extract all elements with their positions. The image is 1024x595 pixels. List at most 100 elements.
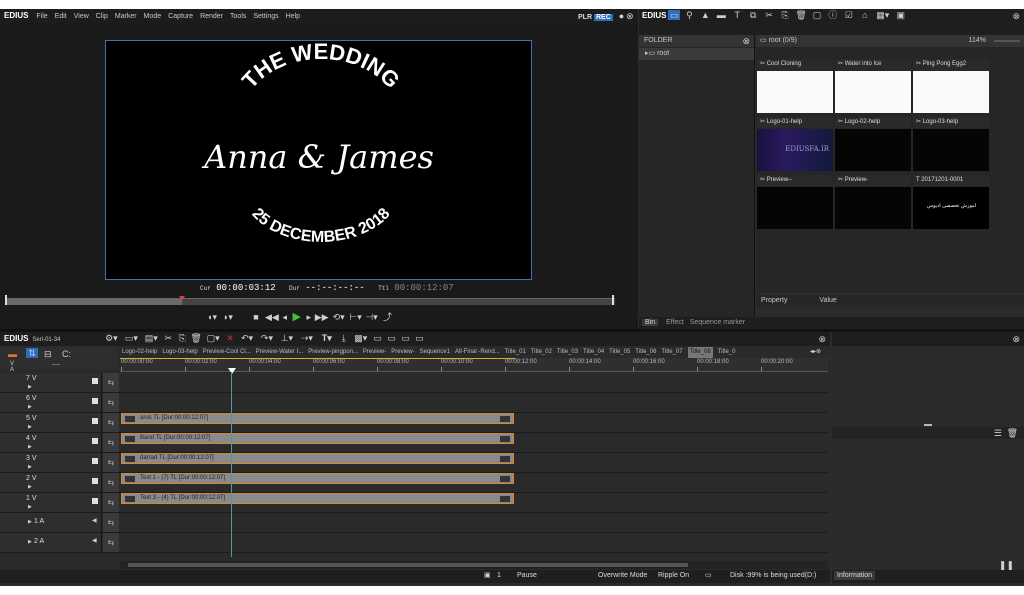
render-icon[interactable]: ▩▾ <box>352 333 370 343</box>
in-marker[interactable] <box>5 295 7 305</box>
speaker-icon[interactable]: ◀ <box>92 517 97 524</box>
track-mute-toggle[interactable] <box>92 478 98 484</box>
track-expand-icon[interactable]: ▶ <box>28 519 32 525</box>
tl-copy-icon[interactable]: ⎘ <box>176 333 188 343</box>
undo-icon[interactable]: ↶▾ <box>238 333 256 343</box>
sequence-tab[interactable]: Title_05 <box>609 347 630 358</box>
track-mute-toggle[interactable] <box>92 398 98 404</box>
track-expand-icon[interactable]: ▶ <box>28 539 32 545</box>
sequence-settings-icon[interactable]: ⚙▾ <box>102 333 120 343</box>
track-link-icon[interactable]: ⇆ <box>103 473 119 492</box>
mode-2-icon[interactable]: ▭ <box>386 333 398 343</box>
menu-item-edit[interactable]: Edit <box>55 13 67 20</box>
bin-clip-thumbnail[interactable]: ✂ Preview-- <box>757 175 833 232</box>
mode-3-icon[interactable]: ▭ <box>400 333 412 343</box>
track-expand-icon[interactable]: ▶ <box>28 464 32 470</box>
tab-information[interactable]: Information <box>834 571 876 580</box>
timeline-clip[interactable]: Band TL [Dur:00:00:12:07] <box>121 433 514 444</box>
sequence-tab[interactable]: Logo-02-help <box>122 347 157 358</box>
sequence-tab[interactable]: Preview- <box>391 347 414 358</box>
copy-icon[interactable]: ⎘ <box>778 10 792 20</box>
time-ruler[interactable]: 00:00:00:00 00:00:02:00 00:00:04:00 00:00:0… <box>120 358 828 372</box>
info-divider-handle[interactable] <box>924 424 932 426</box>
sequence-tab[interactable]: Title_01 <box>505 347 526 358</box>
track-header[interactable]: 3 V ▶ <box>0 453 102 472</box>
track-mute-toggle[interactable] <box>92 438 98 444</box>
check-icon[interactable]: ☑ <box>842 10 856 20</box>
menu-item-tools[interactable]: Tools <box>230 13 246 20</box>
timeline-clip[interactable]: darrad TL [Dur:00:00:12:07] <box>121 453 514 464</box>
track-mute-toggle[interactable] <box>92 498 98 504</box>
sequence-tab[interactable]: Title_04 <box>583 347 604 358</box>
paste-icon[interactable]: ▢▾ <box>204 333 222 343</box>
menu-item-mode[interactable]: Mode <box>144 13 162 20</box>
fast-forward-icon[interactable]: ▶▶ <box>315 312 329 322</box>
menu-item-capture[interactable]: Capture <box>168 13 193 20</box>
track-link-icon[interactable]: ⇆ <box>103 453 119 472</box>
player-scrubber[interactable] <box>5 296 615 305</box>
info-close-icon[interactable]: ⊗ <box>1012 334 1020 344</box>
speaker-icon[interactable]: ◀ <box>92 537 97 544</box>
open-project-icon[interactable]: ▭▾ <box>122 333 140 343</box>
bin-clip-thumbnail[interactable]: T 20171201-0001 اموزش تخصصی ادیوس <box>913 175 989 232</box>
bin-clip-thumbnail[interactable]: ✂ Water into Ice <box>835 59 911 116</box>
bin-zoom[interactable]: 114% <box>969 35 986 47</box>
tab-bin[interactable]: Bin <box>642 319 659 326</box>
tag-icon[interactable]: ⌂ <box>858 10 872 20</box>
track-expand-icon[interactable]: ▶ <box>28 384 32 390</box>
track-header[interactable]: 2 V ▶ <box>0 473 102 492</box>
cut-icon[interactable]: ✂ <box>762 10 776 20</box>
track-expand-icon[interactable]: ▶ <box>28 424 32 430</box>
stop-icon[interactable]: ■ <box>249 312 263 322</box>
track-expand-icon[interactable]: ▶ <box>28 444 32 450</box>
track-expand-icon[interactable]: ▶ <box>28 504 32 510</box>
rewind-icon[interactable]: ◀◀ <box>265 312 279 322</box>
bin-clip-thumbnail[interactable]: ✂ Ping Pong Egg2 <box>913 59 989 116</box>
save-icon[interactable]: ▤▾ <box>142 333 160 343</box>
tab-effect[interactable]: Effect <box>666 319 684 326</box>
bin-clip-thumbnail[interactable]: ✂ Logo-02-help <box>835 117 911 174</box>
set-in-icon[interactable]: ◖▾ <box>205 312 219 322</box>
folder-view-icon[interactable]: ▭ <box>668 10 681 20</box>
sequence-tab[interactable]: Preview-Cool Cl... <box>203 347 251 358</box>
sequence-icon[interactable]: ⧉ <box>746 10 760 20</box>
timeline-clip[interactable]: Text 3 - (4) TL [Dur:00:00:12:07] <box>121 493 514 504</box>
track-mute-toggle[interactable] <box>92 458 98 464</box>
menu-item-clip[interactable]: Clip <box>96 13 108 20</box>
sequence-tab[interactable]: Title_07 <box>661 347 682 358</box>
insert-icon[interactable]: ⊢▾ <box>349 312 363 322</box>
tl-cut-icon[interactable]: ✂ <box>162 333 174 343</box>
layer-icon[interactable]: ▬ <box>8 349 17 359</box>
export-icon[interactable]: ⤴ <box>380 312 394 322</box>
track-link-icon[interactable]: ⇆ <box>103 393 119 412</box>
track-expand-icon[interactable]: ▶ <box>28 484 32 490</box>
comment-icon[interactable]: ▢ <box>810 10 824 20</box>
loop-icon[interactable]: ⟲▾ <box>331 312 347 322</box>
mode-1-icon[interactable]: ▭ <box>372 333 384 343</box>
rec-label[interactable]: REC <box>594 14 613 21</box>
menu-item-file[interactable]: File <box>36 13 47 20</box>
track-mute-toggle[interactable] <box>92 378 98 384</box>
track-expand-icon[interactable]: ▶ <box>28 404 32 410</box>
track-header[interactable]: 1 A ▶ <box>0 513 102 532</box>
overwrite-icon[interactable]: ⊣▾ <box>365 312 379 322</box>
set-out-icon[interactable]: ◗▾ <box>221 312 235 322</box>
track-link-icon[interactable]: ⇆ <box>103 433 119 452</box>
up-folder-icon[interactable]: ▲ <box>698 10 712 20</box>
menu-item-view[interactable]: View <box>74 13 89 20</box>
plr-rec-switch[interactable]: PLR REC ● ⊗ <box>578 11 634 21</box>
tab-sequence-marker[interactable]: Sequence marker <box>690 319 745 326</box>
track-header[interactable]: 4 V ▶ <box>0 433 102 452</box>
mode-4-icon[interactable]: ▭ <box>414 333 426 343</box>
timeline-clip[interactable]: Text 1 - (7) TL [Dur:00:00:12:07] <box>121 473 514 484</box>
sequence-tab[interactable]: Title_08 <box>687 347 713 358</box>
track-link-icon[interactable]: ⇆ <box>103 493 119 512</box>
title-tool-icon[interactable]: T▾ <box>318 333 336 343</box>
grid-view-icon[interactable]: ▦▾ <box>874 10 892 20</box>
sequence-tab[interactable]: Title_03 <box>557 347 578 358</box>
track-link-icon[interactable]: ⇆ <box>103 373 119 392</box>
bin-clip-thumbnail[interactable]: ✂ Logo-03-help <box>913 117 989 174</box>
play-icon[interactable]: ▶ <box>291 312 303 323</box>
track-header[interactable]: 5 V ▶ <box>0 413 102 432</box>
sequence-tab[interactable]: All-Final -Rend... <box>455 347 500 358</box>
